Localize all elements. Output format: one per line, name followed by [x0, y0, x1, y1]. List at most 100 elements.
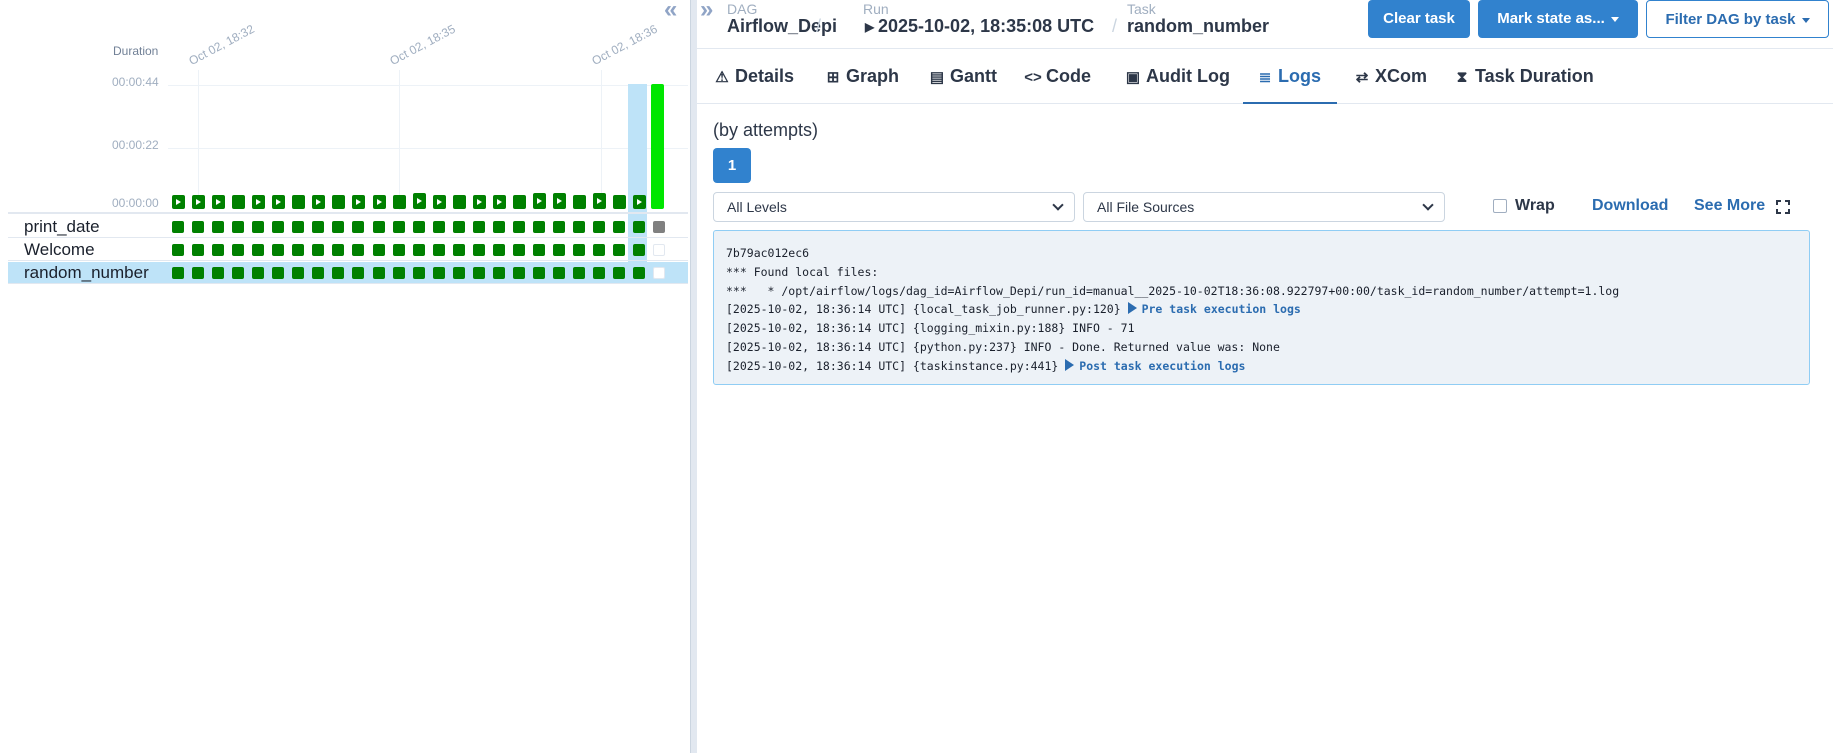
task-instance-cell[interactable] [232, 267, 245, 279]
task-instance-cell[interactable] [633, 267, 646, 279]
download-button[interactable]: Download [1592, 197, 1668, 215]
task-instance-cell[interactable] [653, 221, 665, 233]
task-instance-cell[interactable] [192, 221, 205, 233]
dag-run-bar[interactable] [573, 195, 586, 209]
task-instance-cell[interactable] [653, 244, 665, 256]
task-instance-cell[interactable] [472, 221, 485, 233]
task-instance-cell[interactable] [392, 244, 405, 256]
tab-logs[interactable]: ≣ Logs [1243, 66, 1337, 104]
task-instance-cell[interactable] [372, 267, 385, 279]
dag-run-bar[interactable] [452, 195, 466, 209]
dag-run-bar[interactable] [472, 195, 486, 209]
dag-run-bar[interactable] [212, 195, 226, 209]
task-instance-cell[interactable] [452, 267, 465, 279]
pre-task-logs-toggle[interactable]: Pre task execution logs [1127, 302, 1301, 316]
dag-run-bar[interactable] [252, 195, 266, 209]
task-instance-cell[interactable] [392, 267, 405, 279]
dag-run-bar[interactable] [192, 195, 206, 209]
task-instance-cell[interactable] [172, 267, 184, 279]
panel-divider[interactable] [690, 0, 697, 753]
task-instance-cell[interactable] [532, 267, 545, 279]
task-instance-cell[interactable] [472, 267, 485, 279]
task-instance-cell[interactable] [613, 244, 626, 256]
task-instance-cell[interactable] [212, 267, 225, 279]
task-instance-cell[interactable] [352, 267, 365, 279]
task-instance-cell[interactable] [412, 244, 425, 256]
tab-code[interactable]: <> Code [1024, 66, 1104, 104]
task-instance-cell[interactable] [532, 221, 545, 233]
task-instance-cell[interactable] [552, 221, 565, 233]
dag-run-bar[interactable] [532, 193, 546, 209]
collapse-grid-icon[interactable]: « [664, 0, 677, 24]
dag-run-bar[interactable] [633, 195, 647, 209]
task-instance-cell[interactable] [212, 221, 225, 233]
task-instance-cell[interactable] [653, 267, 665, 279]
file-source-select[interactable]: All File Sources [1083, 192, 1445, 222]
task-instance-cell[interactable] [573, 244, 585, 256]
task-instance-cell[interactable] [573, 221, 585, 233]
task-instance-cell[interactable] [532, 244, 545, 256]
task-row-random-number[interactable]: random_number [8, 262, 688, 284]
task-instance-cell[interactable] [332, 221, 345, 233]
task-instance-cell[interactable] [292, 221, 305, 233]
task-instance-cell[interactable] [412, 267, 425, 279]
clear-task-button[interactable]: Clear task [1368, 0, 1470, 38]
task-instance-cell[interactable] [332, 244, 345, 256]
task-instance-cell[interactable] [432, 221, 445, 233]
task-instance-cell[interactable] [412, 221, 425, 233]
task-instance-cell[interactable] [192, 267, 205, 279]
dag-run-bar[interactable] [492, 195, 506, 209]
dag-run-bar[interactable] [172, 195, 185, 209]
dag-run-bar[interactable] [372, 195, 386, 209]
task-instance-cell[interactable] [232, 244, 245, 256]
task-instance-cell[interactable] [292, 244, 305, 256]
task-instance-cell[interactable] [332, 267, 345, 279]
task-instance-cell[interactable] [272, 244, 285, 256]
task-instance-cell[interactable] [512, 267, 525, 279]
task-instance-cell[interactable] [312, 267, 325, 279]
task-instance-cell[interactable] [472, 244, 485, 256]
task-instance-cell[interactable] [372, 244, 385, 256]
task-instance-cell[interactable] [432, 244, 445, 256]
tab-graph[interactable]: ⊞ Graph [824, 66, 909, 104]
task-instance-cell[interactable] [492, 221, 505, 233]
task-instance-cell[interactable] [372, 221, 385, 233]
task-instance-cell[interactable] [312, 244, 325, 256]
attempt-1-button[interactable]: 1 [713, 148, 751, 183]
task-instance-cell[interactable] [272, 267, 285, 279]
dag-run-bar[interactable] [332, 195, 346, 209]
task-row-print-date[interactable]: print_date [8, 216, 688, 238]
tab-task-duration[interactable]: ⧗ Task Duration [1453, 66, 1594, 104]
log-level-select[interactable]: All Levels [713, 192, 1075, 222]
task-instance-cell[interactable] [192, 244, 205, 256]
dag-run-bar[interactable] [392, 195, 406, 209]
dag-run-bar[interactable] [613, 195, 627, 209]
task-instance-cell[interactable] [452, 221, 465, 233]
dag-run-bar[interactable] [432, 195, 446, 209]
tab-details[interactable]: ⚠ Details [713, 66, 798, 104]
task-instance-cell[interactable] [633, 221, 646, 233]
task-instance-cell[interactable] [272, 221, 285, 233]
tab-xcom[interactable]: ⇄ XCom [1353, 66, 1433, 104]
task-instance-cell[interactable] [252, 244, 265, 256]
tab-audit-log[interactable]: ▣ Audit Log [1124, 66, 1234, 104]
task-instance-cell[interactable] [352, 244, 365, 256]
task-instance-cell[interactable] [212, 244, 225, 256]
task-instance-cell[interactable] [492, 244, 505, 256]
task-instance-cell[interactable] [252, 267, 265, 279]
dag-run-bar[interactable] [272, 195, 286, 209]
see-more-button[interactable]: See More [1694, 197, 1765, 215]
task-instance-cell[interactable] [312, 221, 325, 233]
selected-run-bar[interactable] [651, 84, 664, 209]
task-instance-cell[interactable] [172, 244, 184, 256]
task-instance-cell[interactable] [432, 267, 445, 279]
task-instance-cell[interactable] [573, 267, 585, 279]
task-row-welcome[interactable]: Welcome [8, 239, 688, 261]
task-instance-cell[interactable] [593, 221, 606, 233]
task-instance-cell[interactable] [172, 221, 184, 233]
dag-run-bar[interactable] [593, 193, 607, 209]
filter-dag-button[interactable]: Filter DAG by task [1646, 0, 1829, 38]
dag-run-bar[interactable] [512, 195, 526, 209]
task-instance-cell[interactable] [613, 267, 626, 279]
dag-run-bar[interactable] [232, 195, 246, 209]
